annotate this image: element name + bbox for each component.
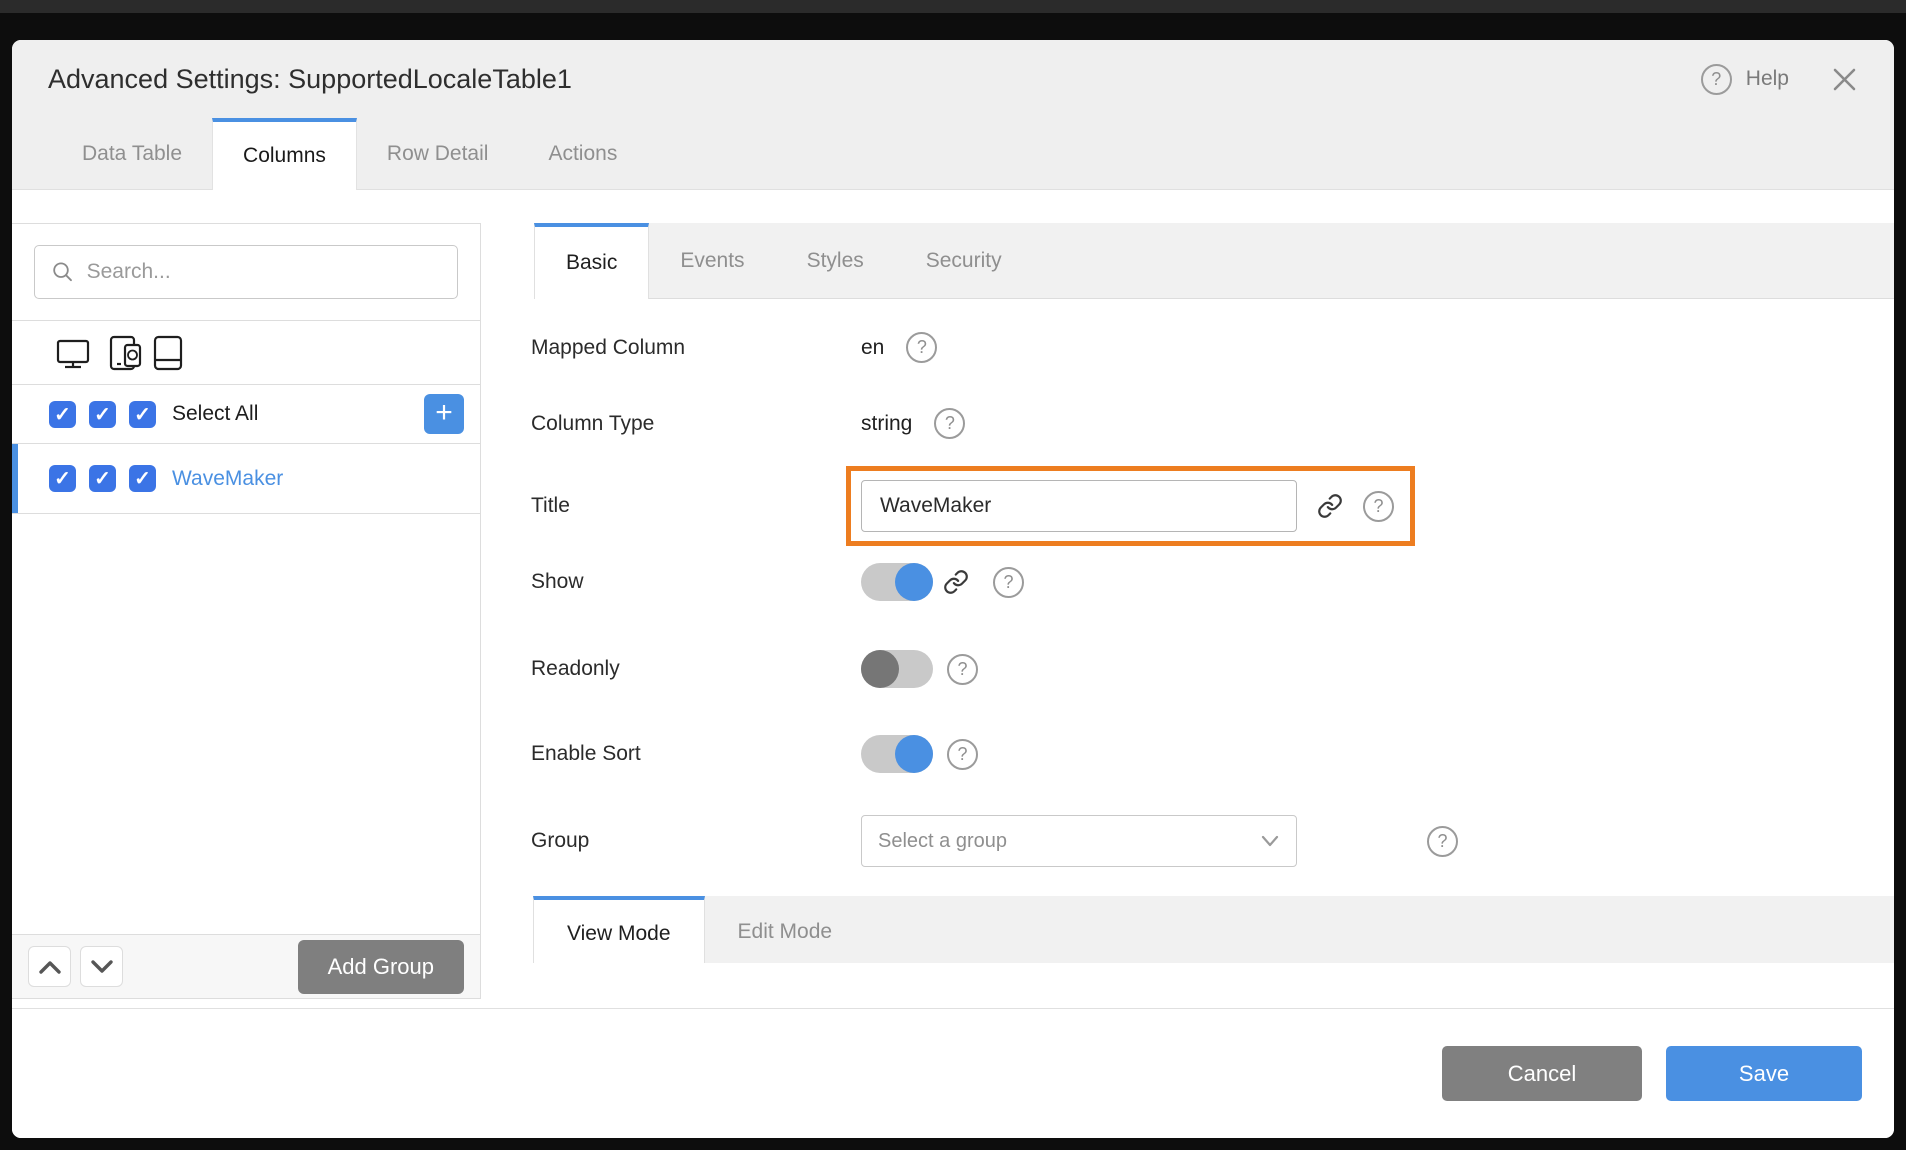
mapped-column-value: en [861, 336, 884, 360]
move-down-button[interactable] [80, 946, 123, 987]
search-row [12, 224, 480, 321]
properties-tab-bar: Basic Events Styles Security [534, 223, 1894, 299]
title-row: Title [531, 466, 1894, 546]
title-label: Title [531, 494, 861, 518]
tablet-phone-icon [108, 334, 148, 372]
title-input[interactable] [861, 480, 1297, 532]
column-tablet-checkbox[interactable] [89, 465, 116, 492]
tab-styles[interactable]: Styles [776, 223, 895, 298]
column-type-label: Column Type [531, 412, 861, 436]
cancel-button[interactable]: Cancel [1442, 1046, 1642, 1101]
screen-background: Advanced Settings: SupportedLocaleTable1… [0, 0, 1906, 1150]
group-row: Group Select a group [531, 815, 1894, 867]
show-help-icon[interactable] [993, 567, 1024, 598]
tab-edit-mode[interactable]: Edit Mode [705, 896, 866, 963]
mapped-column-label: Mapped Column [531, 336, 861, 360]
select-chevron-down-icon [1260, 834, 1280, 848]
bind-link-icon[interactable] [1317, 493, 1343, 519]
save-button[interactable]: Save [1666, 1046, 1862, 1101]
readonly-row: Readonly [531, 650, 1894, 688]
close-icon[interactable] [1831, 66, 1858, 93]
group-label: Group [531, 829, 861, 853]
properties-form: Mapped Column en Column Type string [481, 299, 1894, 963]
show-bind-link-icon[interactable] [943, 569, 969, 595]
dialog-footer: Cancel Save [12, 1008, 1894, 1138]
tab-data-table[interactable]: Data Table [52, 118, 212, 189]
column-row-wavemaker[interactable]: WaveMaker [12, 444, 480, 514]
enable-sort-toggle[interactable] [861, 735, 933, 773]
tab-events[interactable]: Events [649, 223, 775, 298]
desktop-icon [54, 335, 92, 371]
tab-actions[interactable]: Actions [518, 118, 647, 189]
tab-view-mode[interactable]: View Mode [533, 896, 705, 963]
readonly-toggle[interactable] [861, 650, 933, 688]
column-label: WaveMaker [172, 467, 283, 491]
columns-sidebar: Select All WaveMaker [12, 223, 481, 999]
search-icon [51, 259, 75, 285]
tab-security[interactable]: Security [895, 223, 1033, 298]
column-properties-panel: Basic Events Styles Security Mapped Colu… [481, 223, 1894, 1008]
main-tab-bar: Data Table Columns Row Detail Actions [12, 118, 1894, 190]
move-up-button[interactable] [28, 946, 71, 987]
title-highlight-box [846, 466, 1415, 546]
help-icon[interactable] [1701, 64, 1732, 95]
enable-sort-help-icon[interactable] [947, 739, 978, 770]
chevron-down-icon [90, 959, 114, 975]
column-mobile-checkbox[interactable] [129, 465, 156, 492]
column-type-help-icon[interactable] [934, 408, 965, 439]
title-help-icon[interactable] [1363, 491, 1394, 522]
group-select[interactable]: Select a group [861, 815, 1297, 867]
tab-basic[interactable]: Basic [534, 223, 649, 299]
dialog-title: Advanced Settings: SupportedLocaleTable1 [48, 64, 1701, 95]
show-row: Show [531, 563, 1894, 601]
sidebar-spacer [12, 514, 480, 934]
advanced-settings-dialog: Advanced Settings: SupportedLocaleTable1… [12, 40, 1894, 1138]
help-button[interactable]: Help [1746, 67, 1789, 91]
readonly-help-icon[interactable] [947, 654, 978, 685]
chevron-up-icon [38, 959, 62, 975]
search-input[interactable] [87, 260, 441, 284]
mobile-icon [150, 334, 186, 372]
column-type-value: string [861, 412, 912, 436]
select-all-row[interactable]: Select All [12, 385, 480, 444]
show-toggle[interactable] [861, 563, 933, 601]
mapped-column-help-icon[interactable] [906, 332, 937, 363]
enable-sort-label: Enable Sort [531, 742, 861, 766]
column-desktop-checkbox[interactable] [49, 465, 76, 492]
browser-top-strip [0, 0, 1906, 13]
add-group-button[interactable]: Add Group [298, 940, 464, 994]
select-all-desktop-checkbox[interactable] [49, 401, 76, 428]
tab-row-detail[interactable]: Row Detail [357, 118, 519, 189]
group-help-icon[interactable] [1427, 826, 1458, 857]
enable-sort-row: Enable Sort [531, 735, 1894, 773]
tab-columns[interactable]: Columns [212, 118, 357, 190]
add-column-button[interactable] [424, 394, 464, 434]
mode-tab-bar: View Mode Edit Mode [533, 896, 1894, 963]
select-all-mobile-checkbox[interactable] [129, 401, 156, 428]
group-select-placeholder: Select a group [878, 830, 1007, 853]
show-label: Show [531, 570, 861, 594]
device-columns-header [12, 321, 480, 385]
select-all-tablet-checkbox[interactable] [89, 401, 116, 428]
sidebar-footer: Add Group [12, 934, 480, 998]
select-all-label: Select All [172, 402, 258, 426]
dialog-header: Advanced Settings: SupportedLocaleTable1… [12, 40, 1894, 118]
mapped-column-row: Mapped Column en [531, 332, 1894, 363]
dialog-body: Select All WaveMaker [12, 190, 1894, 1008]
column-type-row: Column Type string [531, 408, 1894, 439]
readonly-label: Readonly [531, 657, 861, 681]
